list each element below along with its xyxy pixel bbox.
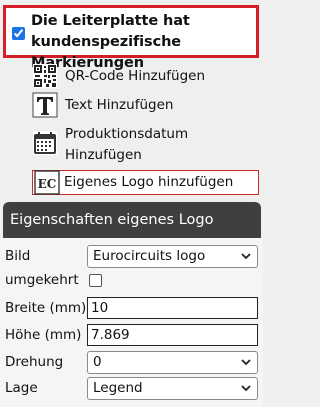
calendar-icon [33,131,57,155]
chevron-down-icon [241,385,251,392]
layer-select[interactable]: Legend [87,377,258,400]
layer-select-value: Legend [93,380,143,396]
width-label: Breite (mm) [5,300,87,316]
height-label: Höhe (mm) [5,327,82,343]
add-own-logo-label: Eigenes Logo hinzufügen [64,174,234,190]
qr-code-icon [33,64,57,88]
logo-settings-panel: Die Leiterplatte hat kundenspezifische M… [0,0,263,407]
text-t-icon [32,92,58,118]
ec-logo-text: EC [38,177,57,191]
inverted-checkbox[interactable] [89,274,102,287]
image-select[interactable]: Eurocircuits logo [87,245,258,268]
add-text-button[interactable]: Text Hinzufügen [32,92,173,118]
section-header: Eigenschaften eigenes Logo [3,202,261,238]
chevron-down-icon [241,253,251,260]
rotation-select-value: 0 [93,354,102,370]
add-production-date-label-line1: Produktionsdatum [65,126,189,142]
layer-label: Lage [5,380,38,396]
custom-markings-box: Die Leiterplatte hat kundenspezifische M… [3,5,259,71]
add-own-logo-button[interactable]: EC Eigenes Logo hinzufügen [32,169,259,195]
height-input[interactable] [87,324,258,346]
chevron-down-icon [241,359,251,366]
custom-markings-checkbox[interactable] [12,27,25,40]
add-production-date-label: Produktionsdatum Hinzufügen [65,124,188,166]
width-input[interactable] [87,297,258,319]
rotation-label: Drehung [5,354,64,370]
add-production-date-label-line2: Hinzufügen [65,147,142,163]
add-qr-code-button[interactable]: QR-Code Hinzufügen [32,63,205,89]
image-select-value: Eurocircuits logo [93,248,206,264]
inverted-label: umgekehrt [5,272,79,288]
add-text-label: Text Hinzufügen [65,96,174,113]
add-qr-code-label: QR-Code Hinzufügen [65,67,206,84]
add-production-date-button[interactable]: Produktionsdatum Hinzufügen [32,124,188,166]
rotation-select[interactable]: 0 [87,351,258,374]
logo-properties-form: Bild Eurocircuits logo umgekehrt Breite … [0,238,263,407]
custom-markings-label-line1: Die Leiterplatte hat [31,13,190,29]
ec-logo-icon: EC [34,169,60,195]
image-label: Bild [5,248,31,264]
